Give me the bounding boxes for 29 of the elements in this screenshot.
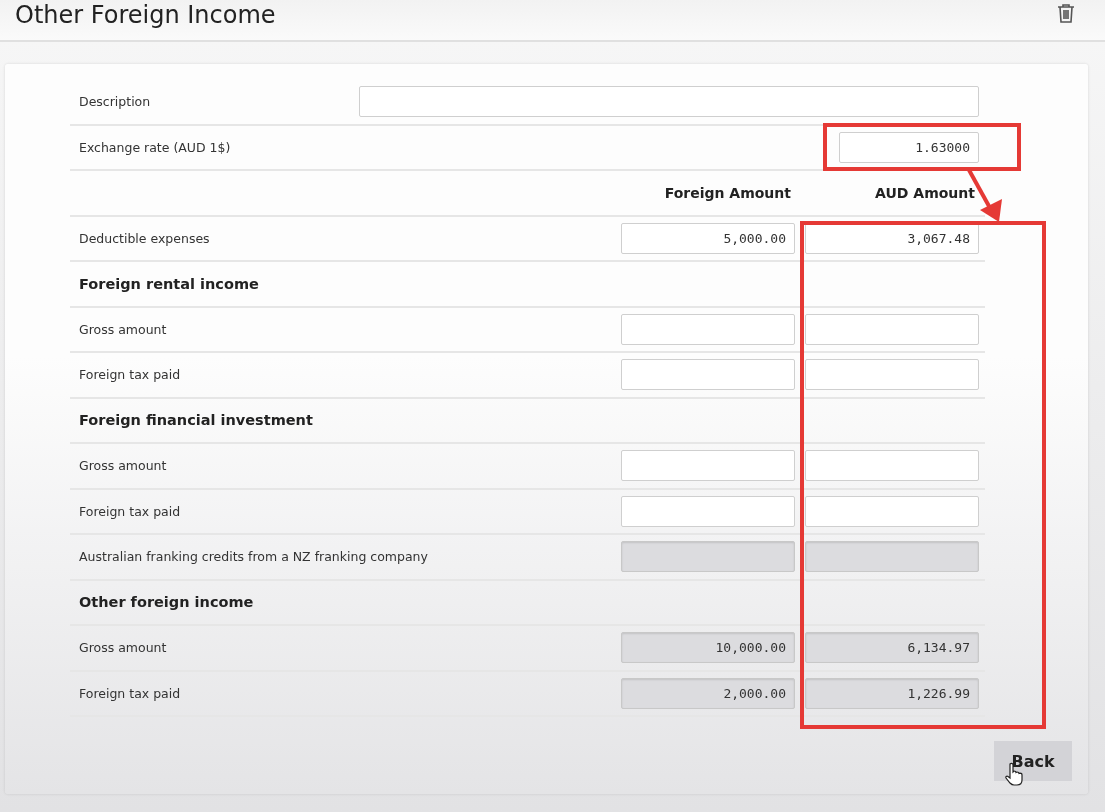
field-label: Exchange rate (AUD 1$): [79, 139, 232, 155]
foreign-amount-field[interactable]: [621, 495, 795, 527]
aud-amount-field[interactable]: [805, 450, 979, 482]
aud-amount-field[interactable]: [805, 495, 979, 527]
section-heading: Foreign financial investment: [79, 412, 314, 429]
description-field[interactable]: [359, 86, 979, 118]
foreign-amount-field[interactable]: [621, 450, 795, 482]
field-label: Gross amount: [79, 458, 168, 474]
back-button[interactable]: Back: [994, 741, 1072, 781]
aud-amount-field[interactable]: [805, 359, 979, 391]
exchange-rate-field[interactable]: 1.63000: [839, 131, 979, 163]
field-label: Foreign tax paid: [79, 503, 182, 519]
field-label: Gross amount: [79, 640, 168, 656]
field-label: Description: [79, 94, 152, 110]
aud-amount-field[interactable]: [805, 313, 979, 345]
section-heading: Other foreign income: [79, 594, 255, 611]
field-label: Australian franking credits from a NZ franking company: [79, 549, 429, 565]
field-label: Deductible expenses: [79, 230, 211, 246]
field-label: Foreign tax paid: [79, 367, 182, 383]
field-label: Foreign tax paid: [79, 685, 182, 701]
foreign-amount-field[interactable]: [621, 359, 795, 391]
trash-icon[interactable]: [1057, 3, 1075, 23]
section-heading: Foreign rental income: [79, 275, 260, 292]
field-label: Gross amount: [79, 321, 168, 337]
page-title: Other Foreign Income: [15, 1, 276, 29]
foreign-amount-field[interactable]: [621, 313, 795, 345]
column-header: Foreign Amount: [663, 184, 792, 201]
foreign-amount-field[interactable]: 5,000.00: [621, 222, 795, 254]
column-header: AUD Amount: [874, 184, 976, 201]
